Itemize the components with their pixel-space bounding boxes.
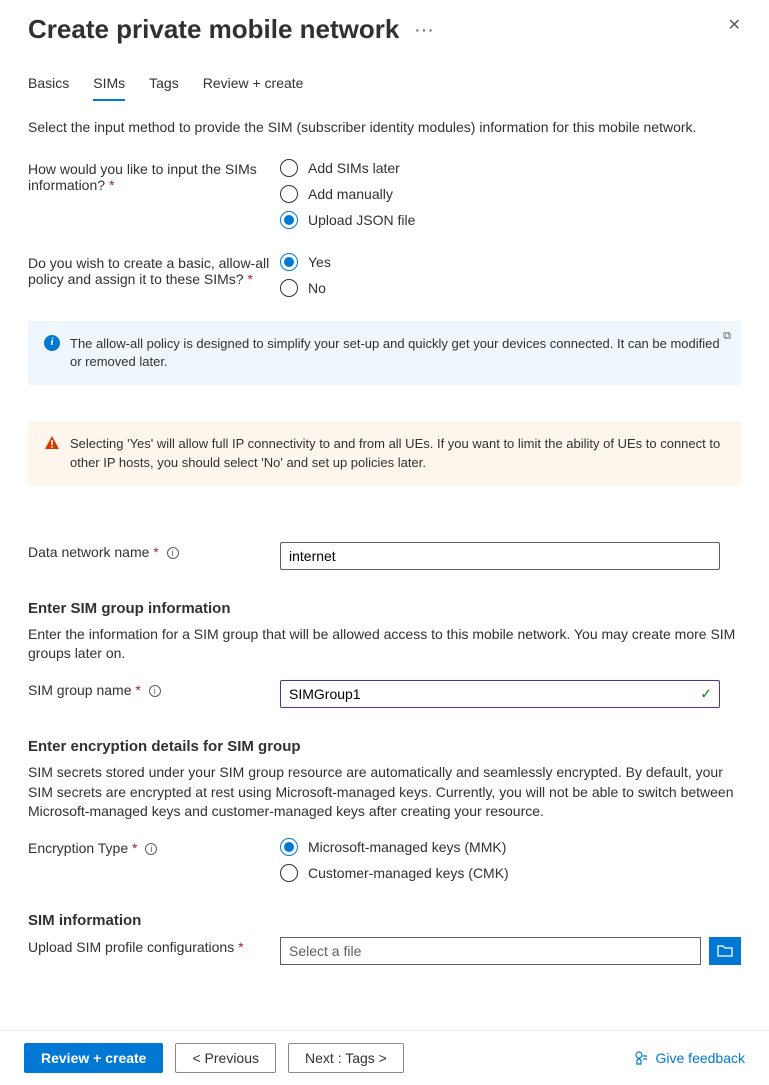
browse-file-button[interactable] bbox=[709, 937, 741, 965]
sim-group-desc: Enter the information for a SIM group th… bbox=[28, 625, 741, 664]
info-tooltip-icon[interactable]: i bbox=[149, 685, 161, 697]
info-tooltip-icon[interactable]: i bbox=[145, 843, 157, 855]
warning-alert: Selecting 'Yes' will allow full IP conne… bbox=[28, 421, 741, 485]
close-icon[interactable]: ✕ bbox=[724, 14, 745, 38]
radio-upload-json[interactable]: Upload JSON file bbox=[280, 211, 415, 229]
tab-basics[interactable]: Basics bbox=[28, 75, 69, 101]
encryption-heading: Enter encryption details for SIM group bbox=[28, 738, 741, 755]
encryption-type-label: Encryption Type * i bbox=[28, 838, 280, 856]
review-create-button[interactable]: Review + create bbox=[24, 1043, 163, 1073]
input-method-label: How would you like to input the SIMs inf… bbox=[28, 159, 280, 193]
popout-icon[interactable]: ⧉ bbox=[723, 329, 731, 344]
info-icon: i bbox=[44, 335, 60, 351]
radio-allow-all-yes[interactable]: Yes bbox=[280, 253, 331, 271]
sim-group-heading: Enter SIM group information bbox=[28, 600, 741, 617]
sim-info-heading: SIM information bbox=[28, 912, 741, 929]
page-title: Create private mobile network bbox=[28, 14, 399, 45]
data-network-label: Data network name * i bbox=[28, 542, 280, 560]
upload-sim-label: Upload SIM profile configurations * bbox=[28, 937, 280, 955]
more-options-icon[interactable]: ··· bbox=[415, 22, 435, 38]
next-button[interactable]: Next : Tags > bbox=[288, 1043, 404, 1073]
tab-tags[interactable]: Tags bbox=[149, 75, 179, 101]
tabs: Basics SIMs Tags Review + create bbox=[28, 75, 741, 101]
allow-all-label: Do you wish to create a basic, allow-all… bbox=[28, 253, 280, 287]
encryption-desc: SIM secrets stored under your SIM group … bbox=[28, 763, 741, 822]
tab-review-create[interactable]: Review + create bbox=[203, 75, 304, 101]
data-network-input[interactable] bbox=[280, 542, 720, 570]
allow-all-radio-group: Yes No bbox=[280, 253, 331, 297]
sim-group-name-label: SIM group name * i bbox=[28, 680, 280, 698]
feedback-icon bbox=[634, 1050, 650, 1066]
radio-mmk[interactable]: Microsoft-managed keys (MMK) bbox=[280, 838, 509, 856]
radio-add-sims-later[interactable]: Add SIMs later bbox=[280, 159, 415, 177]
encryption-radio-group: Microsoft-managed keys (MMK) Customer-ma… bbox=[280, 838, 509, 882]
give-feedback-link[interactable]: Give feedback bbox=[634, 1050, 746, 1066]
sim-group-name-input[interactable] bbox=[280, 680, 720, 708]
check-icon: ✓ bbox=[700, 685, 712, 702]
radio-add-manually[interactable]: Add manually bbox=[280, 185, 415, 203]
intro-text: Select the input method to provide the S… bbox=[28, 119, 741, 135]
previous-button[interactable]: < Previous bbox=[175, 1043, 276, 1073]
radio-cmk[interactable]: Customer-managed keys (CMK) bbox=[280, 864, 509, 882]
tab-sims[interactable]: SIMs bbox=[93, 75, 125, 101]
info-tooltip-icon[interactable]: i bbox=[167, 547, 179, 559]
info-alert: i The allow-all policy is designed to si… bbox=[28, 321, 741, 385]
file-select-input[interactable]: Select a file bbox=[280, 937, 701, 965]
radio-allow-all-no[interactable]: No bbox=[280, 279, 331, 297]
input-method-radio-group: Add SIMs later Add manually Upload JSON … bbox=[280, 159, 415, 229]
warning-icon bbox=[44, 435, 60, 451]
footer: Review + create < Previous Next : Tags >… bbox=[0, 1030, 769, 1085]
